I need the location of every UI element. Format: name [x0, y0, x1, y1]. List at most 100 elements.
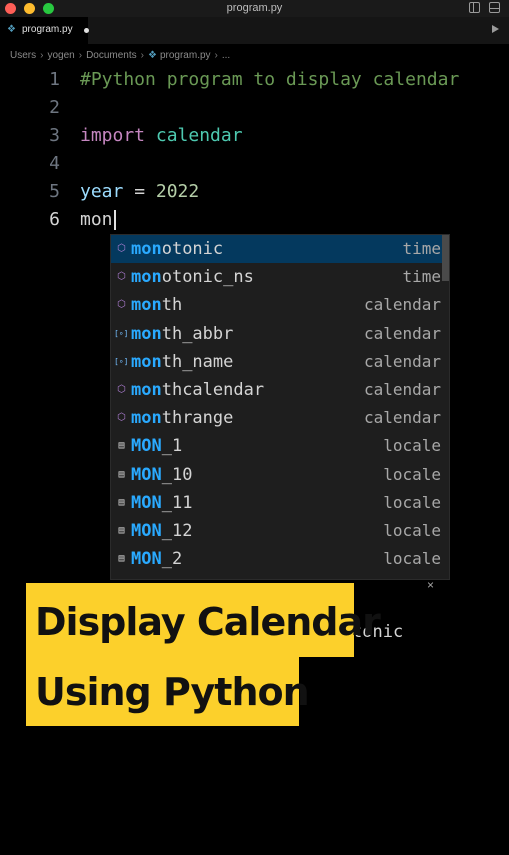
method-icon: ⬡ — [117, 384, 126, 395]
text-cursor — [113, 210, 116, 230]
suggestion-item[interactable]: ⬡ monthcalendar calendar — [111, 376, 449, 404]
suggestion-match: MON — [131, 549, 162, 570]
chevron-right-icon: › — [78, 50, 83, 61]
suggestion-label: monthcalendar — [131, 380, 265, 400]
suggestion-detail: calendar — [363, 408, 441, 428]
suggestion-match: MON — [131, 464, 162, 485]
keyword-import: import — [80, 125, 146, 146]
suggestion-match: mon — [131, 351, 162, 372]
breadcrumb-item[interactable]: yogen — [47, 50, 74, 61]
variable-name: year — [80, 181, 124, 202]
breadcrumb-item[interactable]: program.py — [160, 50, 211, 61]
operator: = — [123, 181, 156, 202]
run-icon[interactable] — [492, 25, 499, 33]
breadcrumb: Users › yogen › Documents › ❖ program.py ›... — [10, 50, 230, 61]
suggestion-match: mon — [131, 323, 162, 344]
suggestion-label: MON_12 — [131, 521, 193, 541]
constant-icon: ▤ — [118, 440, 125, 452]
suggestion-detail: calendar — [363, 295, 441, 315]
chevron-right-icon: › — [40, 50, 44, 61]
constant-icon: ▤ — [118, 525, 125, 536]
tab-program-py[interactable]: ❖ program.py — [0, 17, 89, 44]
chevron-right-icon: › — [214, 50, 218, 61]
typed-text: mon — [80, 209, 113, 230]
suggestion-item[interactable]: ⬡ monotonic_ns time — [111, 263, 449, 291]
suggestion-detail: calendar — [363, 380, 441, 399]
suggestion-item[interactable]: [∘] month_abbr calendar — [111, 320, 449, 348]
constant-icon: ▤ — [118, 496, 125, 508]
suggestion-detail: time — [402, 239, 441, 258]
suggestion-detail: locale — [383, 464, 441, 484]
suggestion-detail: locale — [383, 436, 441, 456]
suggestion-detail: calendar — [363, 323, 441, 343]
constant-icon: ▤ — [118, 553, 125, 565]
line-number: 5 — [49, 181, 60, 202]
toggle-sidebar-icon[interactable] — [469, 2, 480, 13]
python-file-icon: ❖ — [7, 24, 16, 35]
title-bar: program.py — [0, 0, 509, 17]
suggest-scrollbar[interactable] — [442, 235, 449, 281]
method-icon: ⬡ — [117, 412, 126, 424]
suggestion-item[interactable]: ▤ MON_12 locale — [111, 517, 449, 545]
window-title: program.py — [226, 2, 283, 14]
code-comment: #Python program to display calendar — [80, 69, 460, 90]
suggestion-label: MON_10 — [131, 464, 193, 485]
tab-label: program.py — [22, 24, 73, 35]
unsaved-dot-icon[interactable] — [84, 28, 89, 33]
chevron-right-icon: › — [140, 50, 144, 61]
method-icon: ⬡ — [117, 299, 126, 311]
suggestion-item[interactable]: ▤ MON_11 locale — [111, 489, 449, 517]
suggestion-match: MON — [131, 521, 162, 541]
breadcrumb-item[interactable]: Users — [10, 50, 36, 61]
suggestion-item[interactable]: ▤ MON_1 locale — [111, 432, 449, 460]
banner-title-line-1: Display Calendar — [26, 583, 381, 657]
line-number: 6 — [49, 209, 60, 230]
suggestion-label: monotonic_ns — [131, 267, 254, 288]
suggestion-label: MON_2 — [131, 549, 183, 570]
suggestion-match: mon — [131, 267, 162, 288]
suggestion-item[interactable]: [∘] month_name calendar — [111, 348, 449, 376]
toggle-panel-icon[interactable] — [489, 2, 500, 13]
constant-icon: ▤ — [118, 468, 125, 480]
suggestion-match: mon — [131, 295, 162, 316]
suggestion-match: MON — [131, 492, 162, 513]
breadcrumb-item[interactable]: ... — [222, 50, 230, 61]
method-icon: ⬡ — [117, 243, 126, 254]
suggestion-item[interactable]: ▤ MON_2 locale — [111, 545, 449, 573]
line-number: 3 — [49, 125, 60, 146]
suggestion-label: monotonic — [131, 239, 224, 259]
line-number: 2 — [49, 97, 60, 118]
suggestion-match: MON — [131, 436, 162, 457]
module-name: calendar — [155, 125, 243, 146]
number-literal: 2022 — [155, 181, 200, 202]
close-details-icon[interactable]: × — [427, 578, 434, 592]
python-file-icon: ❖ — [147, 50, 157, 61]
banner-title-line-2: Using Python — [26, 657, 310, 726]
suggestion-match: mon — [131, 380, 162, 400]
suggestion-label: monthrange — [131, 408, 234, 429]
method-icon: ⬡ — [117, 271, 126, 283]
suggestion-label: month_abbr — [131, 323, 234, 344]
suggestion-item[interactable]: ▤ MON_10 locale — [111, 461, 449, 489]
breadcrumb-item[interactable]: Documents — [86, 50, 137, 61]
line-number: 4 — [49, 153, 60, 174]
suggestion-match: mon — [131, 408, 162, 429]
suggestion-item[interactable]: ⬡ monthrange calendar — [111, 404, 449, 432]
suggestion-label: month_name — [131, 351, 234, 372]
tab-bar: ❖ program.py — [0, 17, 509, 44]
suggestion-detail: locale — [383, 549, 441, 569]
suggestion-detail: time — [402, 267, 441, 287]
suggestion-item[interactable]: ⬡ month calendar — [111, 291, 449, 319]
suggestion-label: MON_11 — [131, 492, 193, 513]
suggestion-detail: locale — [383, 492, 441, 512]
suggestion-detail: calendar — [363, 351, 441, 371]
suggestion-label: MON_1 — [131, 436, 183, 457]
autocomplete-widget[interactable]: ▤ MON_2 locale ▤ MON_12 locale ▤ MON_11 locale ▤ M… — [110, 234, 450, 580]
variable-icon: [∘] — [114, 356, 129, 366]
variable-icon: [∘] — [114, 328, 129, 338]
line-number: 1 — [49, 69, 60, 90]
suggestion-detail: locale — [383, 521, 441, 540]
suggestion-label: month — [131, 295, 183, 316]
suggestion-item[interactable]: ⬡ monotonic time — [111, 235, 449, 263]
suggestion-match: mon — [131, 239, 162, 259]
